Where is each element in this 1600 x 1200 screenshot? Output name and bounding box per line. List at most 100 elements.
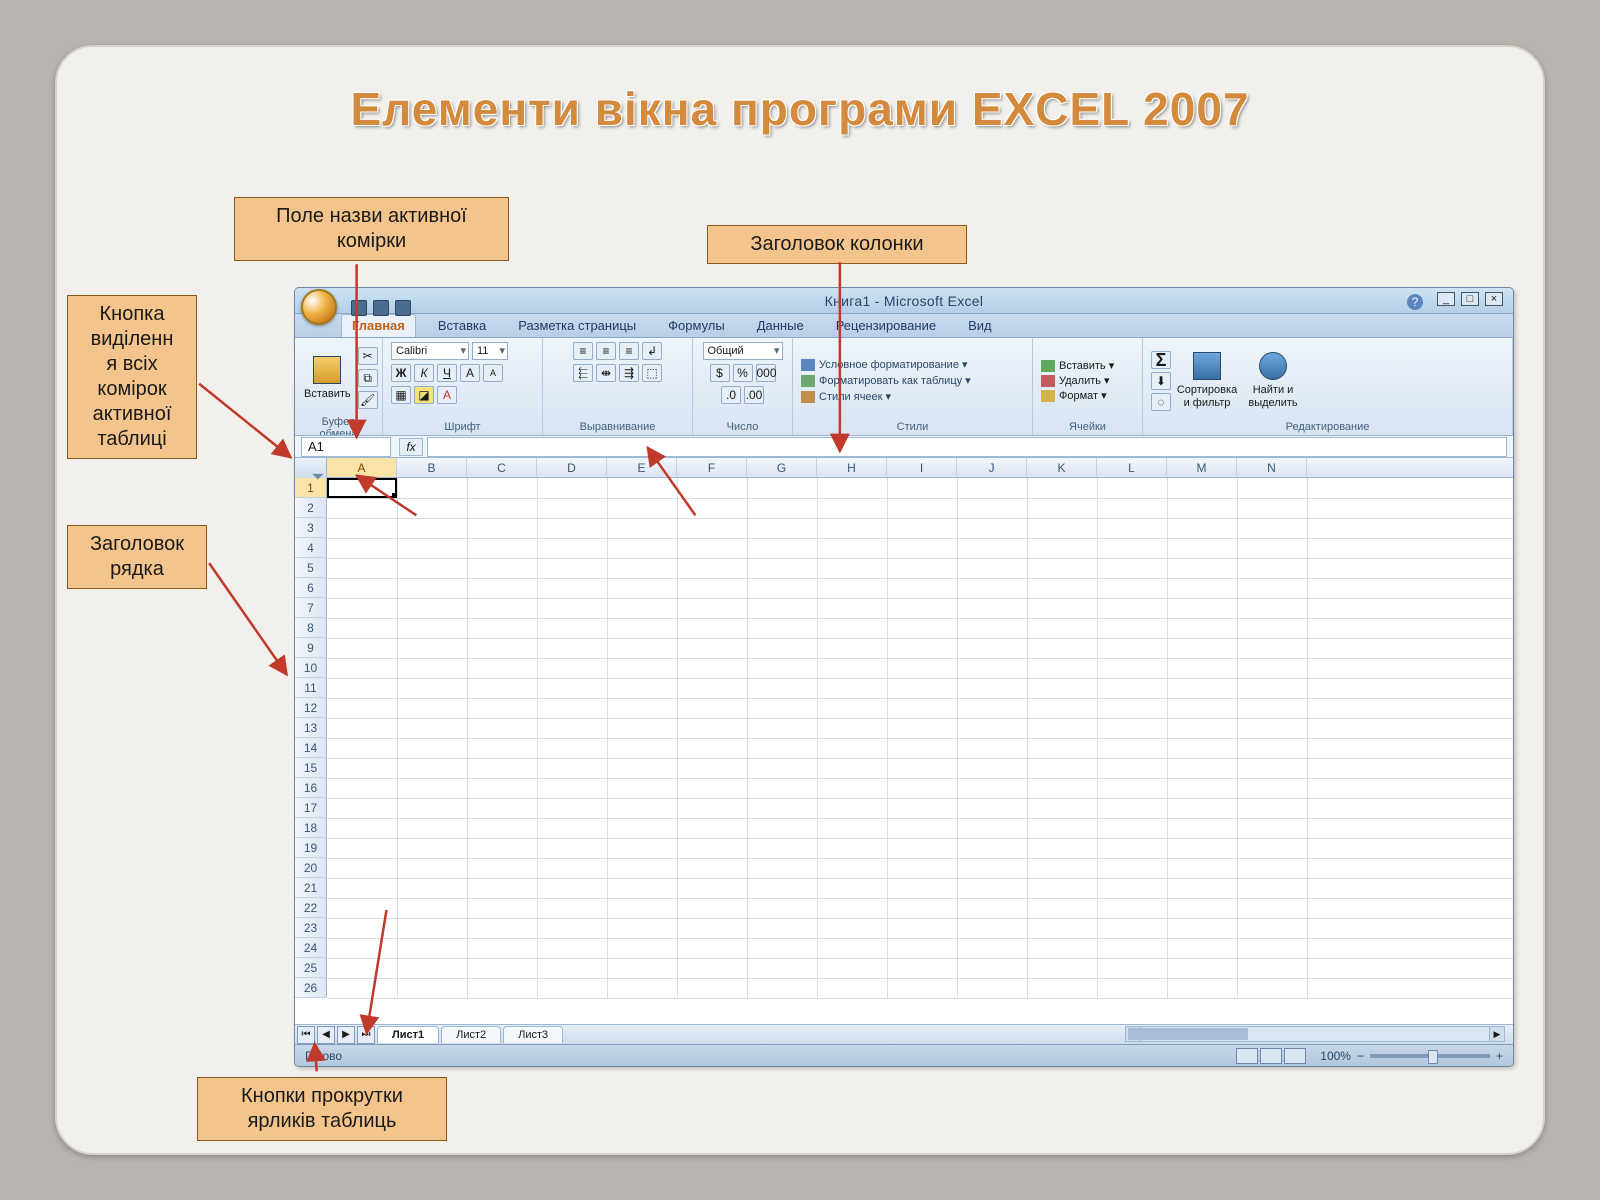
ribbon-tab-5[interactable]: Рецензирование — [826, 315, 946, 337]
qat-undo-icon[interactable] — [373, 300, 389, 316]
format-table-button[interactable]: Форматировать как таблицу ▾ — [801, 374, 971, 387]
help-icon[interactable]: ? — [1407, 294, 1423, 310]
sheet-tab[interactable]: Лист1 — [377, 1026, 439, 1043]
row-header[interactable]: 5 — [295, 558, 327, 578]
row-header[interactable]: 20 — [295, 858, 327, 878]
cell-styles-button[interactable]: Стили ячеек ▾ — [801, 390, 971, 403]
autosum-icon[interactable]: Σ — [1151, 351, 1171, 369]
sheet-tab[interactable]: Лист2 — [441, 1026, 501, 1043]
currency-icon[interactable]: $ — [710, 364, 730, 382]
ribbon-tab-2[interactable]: Разметка страницы — [508, 315, 646, 337]
formula-bar[interactable] — [427, 437, 1507, 457]
cut-icon[interactable]: ✂ — [358, 347, 378, 365]
cells-insert-button[interactable]: Вставить ▾ — [1041, 359, 1114, 372]
copy-icon[interactable]: ⧉ — [358, 369, 378, 387]
column-header[interactable]: K — [1027, 458, 1097, 477]
row-header[interactable]: 9 — [295, 638, 327, 658]
fill-icon[interactable]: ⬇ — [1151, 372, 1171, 390]
row-header[interactable]: 15 — [295, 758, 327, 778]
row-header[interactable]: 24 — [295, 938, 327, 958]
active-cell[interactable] — [327, 478, 397, 498]
sheet-tab[interactable]: Лист3 — [503, 1026, 563, 1043]
horizontal-scrollbar[interactable]: ◀▶ — [1125, 1026, 1505, 1042]
column-header[interactable]: H — [817, 458, 887, 477]
sheet-nav-prev[interactable]: ◀ — [317, 1026, 335, 1044]
ribbon-tab-3[interactable]: Формулы — [658, 315, 735, 337]
fx-button[interactable]: fx — [399, 438, 423, 456]
ribbon-tab-4[interactable]: Данные — [747, 315, 814, 337]
row-header[interactable]: 21 — [295, 878, 327, 898]
minimize-icon[interactable]: _ — [1437, 292, 1455, 306]
view-break-icon[interactable] — [1284, 1048, 1306, 1064]
sheet-nav-next[interactable]: ▶ — [337, 1026, 355, 1044]
row-header[interactable]: 18 — [295, 818, 327, 838]
cond-format-button[interactable]: Условное форматирование ▾ — [801, 358, 971, 371]
view-layout-icon[interactable] — [1260, 1048, 1282, 1064]
align-top-icon[interactable]: ≡ — [573, 342, 593, 360]
row-header[interactable]: 7 — [295, 598, 327, 618]
column-header[interactable]: J — [957, 458, 1027, 477]
row-header[interactable]: 16 — [295, 778, 327, 798]
select-all-button[interactable] — [295, 458, 327, 478]
column-header[interactable]: F — [677, 458, 747, 477]
font-name-select[interactable]: Calibri — [391, 342, 469, 360]
column-header[interactable]: I — [887, 458, 957, 477]
wrap-text-icon[interactable]: ↲ — [642, 342, 662, 360]
find-select-button[interactable]: Найти и выделить — [1243, 345, 1303, 417]
italic-button[interactable]: К — [414, 364, 434, 382]
row-header[interactable]: 22 — [295, 898, 327, 918]
row-header[interactable]: 6 — [295, 578, 327, 598]
close-icon[interactable]: × — [1485, 292, 1503, 306]
row-header[interactable]: 17 — [295, 798, 327, 818]
font-size-select[interactable]: 11 — [472, 342, 508, 360]
percent-icon[interactable]: % — [733, 364, 753, 382]
row-header[interactable]: 26 — [295, 978, 327, 998]
row-header[interactable]: 10 — [295, 658, 327, 678]
column-header[interactable]: G — [747, 458, 817, 477]
thousands-icon[interactable]: 000 — [756, 364, 776, 382]
grow-font-icon[interactable]: A — [460, 364, 480, 382]
align-center-icon[interactable]: ⇼ — [596, 364, 616, 382]
office-button[interactable] — [301, 289, 337, 325]
row-header[interactable]: 3 — [295, 518, 327, 538]
clear-icon[interactable]: ◌ — [1151, 393, 1171, 411]
column-header[interactable]: L — [1097, 458, 1167, 477]
number-format-select[interactable]: Общий — [703, 342, 783, 360]
bold-button[interactable]: Ж — [391, 364, 411, 382]
underline-button[interactable]: Ч — [437, 364, 457, 382]
column-header[interactable]: A — [327, 458, 397, 477]
align-mid-icon[interactable]: ≡ — [596, 342, 616, 360]
row-header[interactable]: 13 — [295, 718, 327, 738]
ribbon-tab-1[interactable]: Вставка — [428, 315, 496, 337]
row-header[interactable]: 8 — [295, 618, 327, 638]
font-color-icon[interactable]: A — [437, 386, 457, 404]
sort-filter-button[interactable]: Сортировка и фильтр — [1177, 345, 1237, 417]
row-header[interactable]: 14 — [295, 738, 327, 758]
column-header[interactable]: M — [1167, 458, 1237, 477]
ribbon-tab-6[interactable]: Вид — [958, 315, 1002, 337]
row-header[interactable]: 1 — [295, 478, 327, 498]
cells-delete-button[interactable]: Удалить ▾ — [1041, 374, 1114, 387]
column-header[interactable]: N — [1237, 458, 1307, 477]
cells-format-button[interactable]: Формат ▾ — [1041, 389, 1114, 402]
align-bot-icon[interactable]: ≡ — [619, 342, 639, 360]
row-header[interactable]: 12 — [295, 698, 327, 718]
view-normal-icon[interactable] — [1236, 1048, 1258, 1064]
row-header[interactable]: 25 — [295, 958, 327, 978]
row-header[interactable]: 19 — [295, 838, 327, 858]
align-left-icon[interactable]: ⬱ — [573, 364, 593, 382]
name-box[interactable]: A1 — [301, 437, 391, 457]
row-header[interactable]: 23 — [295, 918, 327, 938]
shrink-font-icon[interactable]: A — [483, 364, 503, 382]
merge-icon[interactable]: ⬚ — [642, 364, 662, 382]
cells-area[interactable] — [327, 478, 1513, 998]
row-header[interactable]: 11 — [295, 678, 327, 698]
qat-redo-icon[interactable] — [395, 300, 411, 316]
row-header[interactable]: 2 — [295, 498, 327, 518]
fill-color-icon[interactable]: ◪ — [414, 386, 434, 404]
column-header[interactable]: B — [397, 458, 467, 477]
inc-decimal-icon[interactable]: .0 — [721, 386, 741, 404]
paste-button[interactable]: Вставить — [303, 342, 352, 414]
format-painter-icon[interactable]: 🖌 — [358, 391, 378, 409]
qat-save-icon[interactable] — [351, 300, 367, 316]
